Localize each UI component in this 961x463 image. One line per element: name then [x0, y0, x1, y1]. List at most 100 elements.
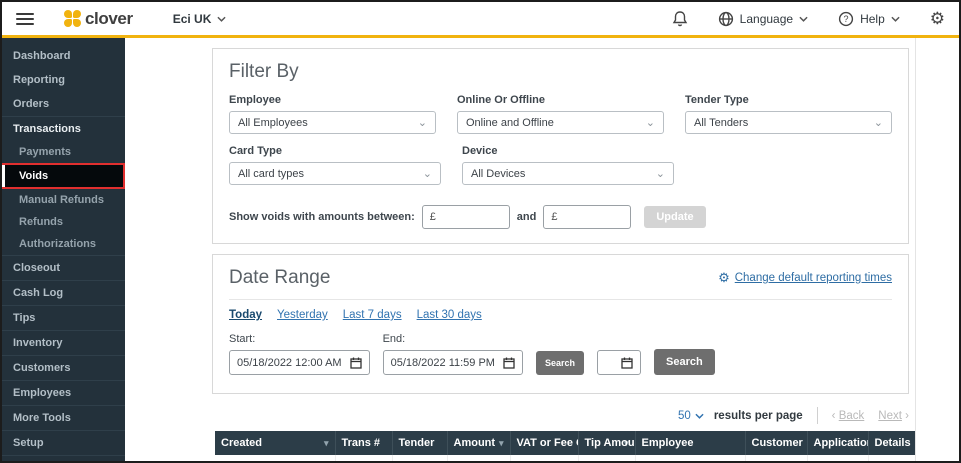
employee-filter-select[interactable]: All Employees ⌄	[229, 111, 436, 134]
tender-filter-value: All Tenders	[694, 116, 749, 129]
sort-icon: ▾	[498, 438, 504, 448]
chevron-down-icon: ⌄	[645, 117, 655, 129]
column-created[interactable]: ▾ Created	[215, 431, 336, 455]
results-per-page-label: results per page	[713, 409, 803, 422]
device-filter-value: All Devices	[471, 167, 526, 180]
online-filter-value: Online and Offline	[466, 116, 554, 129]
start-date-value: 05/18/2022 12:00 AM	[237, 356, 342, 369]
merchant-selector[interactable]: Eci UK	[173, 12, 227, 26]
column-customer[interactable]: Customer	[745, 431, 808, 455]
results-bar: 50 results per page ‹ Back Next ›	[125, 407, 909, 424]
gear-icon: ⚙	[718, 270, 730, 285]
chevron-down-icon: ⌄	[873, 117, 883, 129]
and-label: and	[516, 211, 537, 223]
device-filter-label: Device	[462, 145, 498, 157]
search-button-small[interactable]: Search	[535, 351, 585, 375]
sort-icon: ▾	[323, 438, 329, 448]
next-label: Next	[878, 409, 902, 422]
cell-vat: £0.48	[510, 455, 579, 461]
end-date-input[interactable]: 05/18/2022 11:59 PM	[382, 350, 523, 375]
change-link-label: Change default reporting times	[734, 272, 892, 284]
page-size-select[interactable]: 50	[678, 410, 704, 422]
sidebar-item-setup[interactable]: Setup	[2, 430, 125, 455]
sidebar-item-feedback-staging[interactable]: Feedback Staging	[2, 455, 125, 461]
cell-amount: £3.15	[447, 455, 511, 461]
column-tender[interactable]: Tender	[392, 431, 448, 455]
column-application[interactable]: Application	[807, 431, 869, 455]
card-type-filter-select[interactable]: All card types ⌄	[229, 162, 441, 185]
clover-leaf-icon	[64, 10, 81, 27]
column-details[interactable]: Details	[868, 431, 915, 455]
app-window: clover Eci UK Language ? Help ⚙ Dashboar…	[0, 0, 961, 463]
help-menu[interactable]: ? Help	[838, 11, 900, 27]
calendar-icon	[621, 357, 633, 369]
date-range-title: Date Range	[229, 267, 331, 288]
cell-application: ECI Spruce UK Cloud ID:	[807, 455, 869, 461]
sidebar-item-tips[interactable]: Tips	[2, 305, 125, 330]
start-date-input[interactable]: 05/18/2022 12:00 AM	[229, 350, 370, 375]
sidebar-item-more-tools[interactable]: More Tools	[2, 405, 125, 430]
settings-gear-icon[interactable]: ⚙	[930, 10, 945, 27]
language-menu[interactable]: Language	[718, 11, 808, 27]
start-label: Start:	[229, 333, 256, 345]
column-trans-no[interactable]: Trans #	[335, 431, 393, 455]
globe-icon	[718, 11, 733, 26]
update-button[interactable]: Update	[644, 206, 706, 228]
top-bar-actions: Language ? Help ⚙	[672, 10, 945, 27]
sidebar-item-transactions[interactable]: Transactions	[2, 116, 125, 141]
cell-customer: GENIUS TEST CARD	[745, 455, 808, 461]
top-bar: clover Eci UK Language ? Help ⚙	[2, 2, 959, 38]
preset-today[interactable]: Today	[229, 309, 262, 321]
search-button[interactable]: Search	[654, 349, 715, 375]
device-filter-select[interactable]: All Devices ⌄	[462, 162, 674, 185]
column-tip-amount[interactable]: ▾Tip Amount	[578, 431, 636, 455]
column-vat-or-fee[interactable]: VAT or Fee Co	[510, 431, 579, 455]
sidebar-item-employees[interactable]: Employees	[2, 380, 125, 405]
online-filter-label: Online Or Offline	[457, 94, 546, 106]
sidebar-item-closeout[interactable]: Closeout	[2, 255, 125, 280]
card-type-filter-value: All card types	[238, 167, 305, 180]
chevron-down-icon	[799, 16, 808, 22]
sidebar-item-authorizations[interactable]: Authorizations	[2, 233, 125, 255]
sidebar-item-dashboard[interactable]: Dashboard	[2, 44, 125, 68]
sidebar-item-orders[interactable]: Orders	[2, 92, 125, 116]
employee-filter-label: Employee	[229, 94, 281, 106]
change-default-reporting-times-link[interactable]: ⚙ Change default reporting times	[718, 270, 892, 286]
notifications-bell-icon[interactable]	[672, 10, 688, 27]
tender-filter-select[interactable]: All Tenders ⌄	[685, 111, 892, 134]
chevron-down-icon: ⌄	[655, 168, 665, 180]
cell-created: 18-Ma-2022 08:13 ID: External ID: NH	[215, 455, 336, 461]
date-range-panel: Date Range ⚙ Change default reporting ti…	[212, 254, 909, 394]
back-link[interactable]: ‹ Back	[832, 410, 865, 422]
sidebar-item-customers[interactable]: Customers	[2, 355, 125, 380]
main-content: Filter By Employee All Employees ⌄ Onlin…	[125, 38, 915, 461]
sidebar-item-payments[interactable]: Payments	[2, 141, 125, 163]
sidebar-item-reporting[interactable]: Reporting	[2, 68, 125, 92]
next-link[interactable]: Next ›	[878, 410, 909, 422]
sidebar-item-cash-log[interactable]: Cash Log	[2, 280, 125, 305]
min-amount-input[interactable]	[421, 205, 510, 229]
cell-tip: £0.00	[578, 455, 636, 461]
preset-last-7-days[interactable]: Last 7 days	[343, 309, 402, 321]
preset-last-30-days[interactable]: Last 30 days	[417, 309, 482, 321]
preset-yesterday[interactable]: Yesterday	[277, 309, 328, 321]
table-header-row: ▾ Created Trans # Tender ▾ Amount VAT or F…	[215, 431, 915, 455]
app-body: Dashboard Reporting Orders Transactions …	[2, 38, 959, 461]
sidebar-item-manual-refunds[interactable]: Manual Refunds	[2, 189, 125, 211]
page-size-value: 50	[678, 409, 691, 422]
sidebar-item-refunds[interactable]: Refunds	[2, 211, 125, 233]
sidebar-item-voids[interactable]: Voids	[2, 163, 125, 189]
max-amount-input[interactable]	[543, 205, 632, 229]
column-amount[interactable]: ▾ Amount	[447, 431, 511, 455]
online-filter-select[interactable]: Online and Offline ⌄	[457, 111, 664, 134]
scrollbar-gutter[interactable]	[915, 38, 959, 461]
extra-date-input[interactable]	[597, 350, 642, 375]
chevron-down-icon	[695, 413, 704, 419]
column-employee[interactable]: Employee	[635, 431, 746, 455]
sidebar-item-inventory[interactable]: Inventory	[2, 330, 125, 355]
date-presets: Today Yesterday Last 7 days Last 30 days	[229, 309, 892, 321]
back-label: Back	[838, 409, 865, 422]
calendar-icon	[503, 357, 515, 369]
hamburger-menu-icon[interactable]	[16, 10, 34, 28]
cell-trans-no: 000159	[335, 455, 393, 461]
